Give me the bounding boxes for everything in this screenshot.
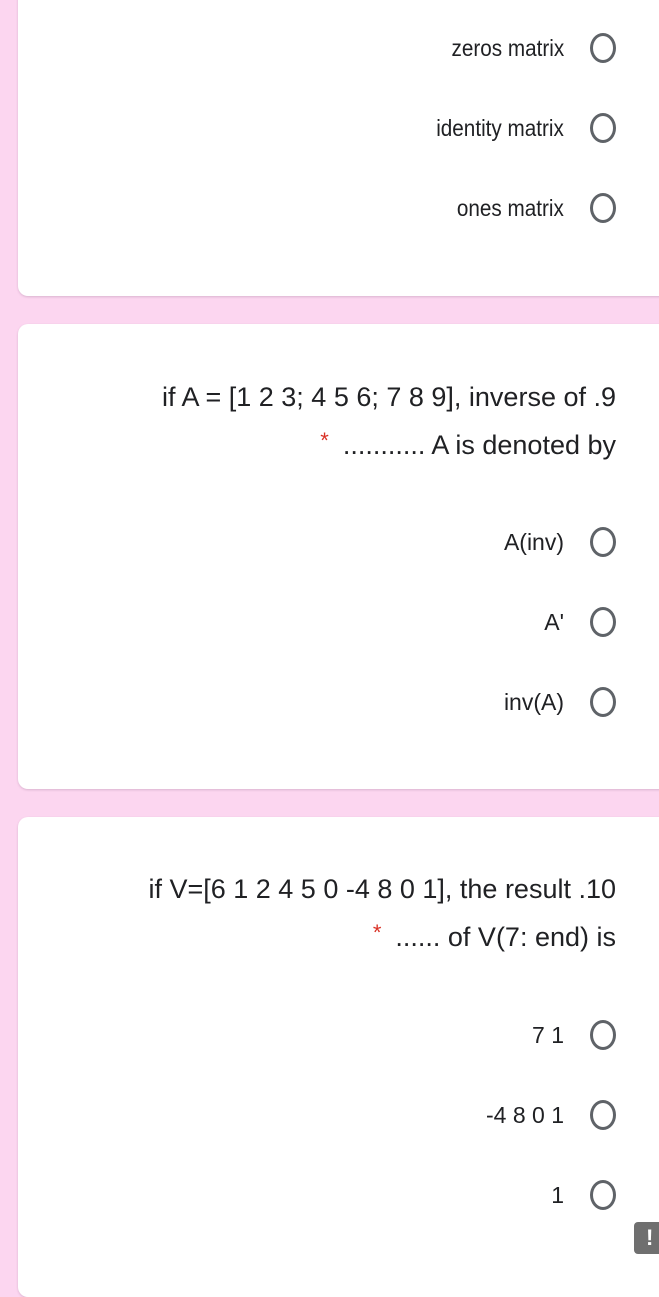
option-inv-a[interactable]: inv(A) bbox=[504, 682, 616, 722]
question-text-line-2: ........... A is denoted by bbox=[342, 430, 616, 460]
radio-button-icon[interactable] bbox=[590, 687, 616, 717]
radio-button-icon[interactable] bbox=[590, 33, 616, 63]
option-label: ones matrix bbox=[457, 194, 564, 221]
radio-button-icon[interactable] bbox=[590, 193, 616, 223]
radio-button-icon[interactable] bbox=[590, 607, 616, 637]
question-card-9: if A = [1 2 3; 4 5 6; 7 8 9], inverse of… bbox=[18, 324, 659, 789]
option-label: zeros matrix bbox=[451, 34, 564, 61]
option-label: inv(A) bbox=[503, 688, 564, 715]
radio-button-icon[interactable] bbox=[590, 1020, 616, 1050]
radio-button-icon[interactable] bbox=[590, 1180, 616, 1210]
option-minus4-8-0-1[interactable]: -4 8 0 1 bbox=[486, 1095, 616, 1135]
radio-button-icon[interactable] bbox=[590, 1100, 616, 1130]
report-problem-button[interactable]: ! bbox=[634, 1222, 659, 1254]
radio-button-icon[interactable] bbox=[590, 113, 616, 143]
question-card-8: zeros matrix identity matrix ones matrix bbox=[18, 0, 659, 296]
question-text-line-1: if A = [1 2 3; 4 5 6; 7 8 9], inverse of… bbox=[161, 382, 616, 412]
question-text-line-2-wrapper: * ...... of V(7: end) is bbox=[148, 913, 616, 963]
option-zeros-matrix[interactable]: zeros matrix bbox=[439, 28, 616, 68]
option-7-1[interactable]: 7 1 bbox=[532, 1015, 616, 1055]
required-asterisk: * bbox=[320, 428, 329, 453]
option-label: -4 8 0 1 bbox=[486, 1101, 564, 1128]
exclamation-icon: ! bbox=[646, 1225, 654, 1250]
option-ones-matrix[interactable]: ones matrix bbox=[445, 188, 616, 228]
question-title: if A = [1 2 3; 4 5 6; 7 8 9], inverse of… bbox=[162, 373, 616, 471]
option-label: A(inv) bbox=[503, 528, 564, 555]
option-a-inv[interactable]: A(inv) bbox=[504, 522, 616, 562]
question-text-line-2: ...... of V(7: end) is bbox=[395, 922, 616, 952]
question-card-10: if V=[6 1 2 4 5 0 -4 8 0 1], the result … bbox=[18, 817, 659, 1297]
question-text-line-1: if V=[6 1 2 4 5 0 -4 8 0 1], the result … bbox=[148, 874, 616, 904]
required-asterisk: * bbox=[372, 920, 382, 945]
option-a-prime[interactable]: A' bbox=[544, 602, 616, 642]
option-1[interactable]: 1 bbox=[551, 1175, 616, 1215]
option-identity-matrix[interactable]: identity matrix bbox=[422, 108, 616, 148]
option-label: 1 bbox=[551, 1181, 564, 1208]
question-text-line-2-wrapper: * ........... A is denoted by bbox=[162, 421, 616, 471]
option-label: A' bbox=[544, 608, 564, 635]
question-title: if V=[6 1 2 4 5 0 -4 8 0 1], the result … bbox=[148, 865, 616, 963]
option-label: 7 1 bbox=[532, 1021, 564, 1048]
radio-button-icon[interactable] bbox=[590, 527, 616, 557]
option-label: identity matrix bbox=[436, 114, 564, 141]
